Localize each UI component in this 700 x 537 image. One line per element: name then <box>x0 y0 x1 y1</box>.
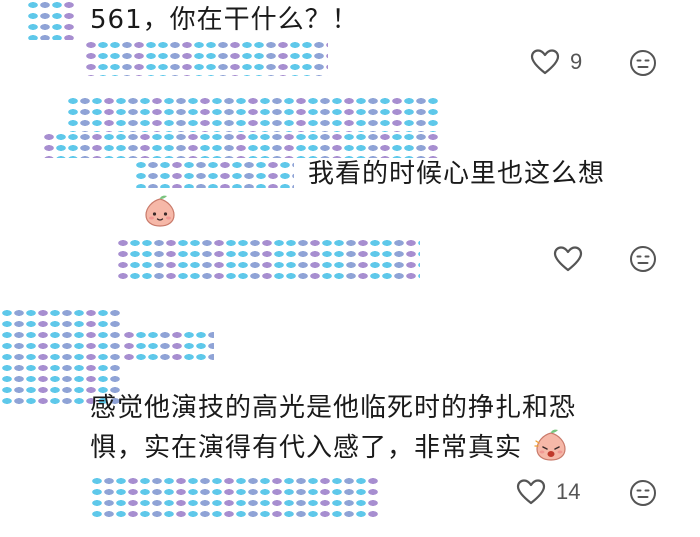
comment-3-like-count: 14 <box>556 479 581 504</box>
comment-1-like-count: 9 <box>570 49 583 74</box>
comment-1-react-button[interactable] <box>628 48 658 78</box>
neutral-face-icon <box>630 50 656 76</box>
redacted-reply-header <box>66 96 440 132</box>
heart-outline-icon <box>516 479 546 505</box>
redacted-avatar <box>26 0 76 40</box>
peach-face-sticker <box>145 195 175 227</box>
redacted-reply-username <box>134 160 294 188</box>
redacted-meta-3 <box>90 476 380 520</box>
redacted-meta <box>84 40 328 76</box>
peach-face-sticker <box>534 429 566 461</box>
neutral-face-icon <box>630 480 656 506</box>
comment-3-text-line2: 惧，实在演得有代入感了，非常真实 <box>90 428 569 468</box>
comment-1-like-button[interactable]: 9 <box>530 48 582 76</box>
redacted-username-2 <box>122 330 214 360</box>
comment-3-text-line2-content: 惧，实在演得有代入感了，非常真实 <box>90 433 523 463</box>
comment-3-react-button[interactable] <box>628 478 658 508</box>
heart-outline-icon <box>530 49 560 75</box>
comment-1-text: 561，你在干什么？！ <box>90 5 359 35</box>
comment-2-react-button[interactable] <box>628 244 658 274</box>
comment-3-like-button[interactable]: 14 <box>516 478 580 506</box>
neutral-face-icon <box>630 246 656 272</box>
comment-2-like-button[interactable] <box>552 244 584 274</box>
redacted-reply-meta <box>116 238 420 282</box>
comment-2-text: 我看的时候心里也这么想 <box>308 159 606 189</box>
comment-3-text-line1: 感觉他演技的高光是他临死时的挣扎和恐 <box>90 393 577 423</box>
heart-outline-icon <box>553 246 583 272</box>
